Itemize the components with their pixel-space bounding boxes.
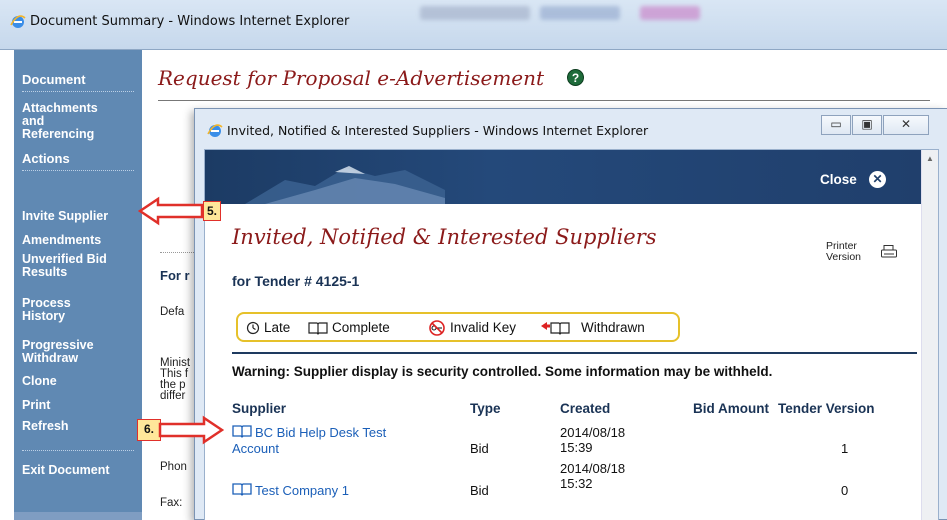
printer-icon[interactable] [881,245,897,259]
row-tender-version: 1 [841,441,849,456]
window-controls: ▭ ▣ ✕ [821,115,941,137]
popup-content: Close ✕ Invited, Notified & Interested S… [204,149,939,520]
document-sidebar: Document Attachments and Referencing Act… [14,50,142,520]
callout-step-5: 5. [203,201,221,221]
withdrawn-icon [541,322,570,335]
minimize-icon[interactable]: ▭ [821,115,851,135]
sidebar-item-process-history-line2[interactable]: History [22,309,65,323]
popup-heading: Invited, Notified & Interested Suppliers [232,225,657,249]
page-banner: Close ✕ [205,150,922,204]
sidebar-item-amendments[interactable]: Amendments [22,233,101,247]
legend-late: Late [264,320,291,335]
complete-book-icon [232,425,252,438]
sidebar-divider [22,450,134,451]
mountain-graphic [245,166,445,204]
row-created-time: 15:39 [560,440,593,455]
row-type: Bid [470,483,489,498]
supplier-link[interactable]: Test Company 1 [255,483,349,498]
column-header-bid-amount: Bid Amount [693,401,769,416]
printer-version-line2: Version [826,251,862,263]
legend-withdrawn: Withdrawn [581,320,645,335]
column-header-supplier: Supplier [232,401,287,416]
blurred-taskbar-item [540,6,620,20]
maximize-icon[interactable]: ▣ [852,115,882,135]
complete-book-icon [308,322,328,335]
complete-book-icon [232,483,252,496]
invalid-key-icon [429,320,445,336]
sidebar-item-clone[interactable]: Clone [22,374,57,388]
sidebar-header-actions: Actions [22,151,70,166]
column-header-tender-version: Tender Version [778,401,875,416]
sidebar-item-exit-document[interactable]: Exit Document [22,463,110,477]
column-header-type: Type [470,401,501,416]
row-created-time: 15:32 [560,476,593,491]
legend-complete: Complete [332,320,390,335]
row-type: Bid [470,441,489,456]
internet-explorer-icon [10,15,26,28]
sidebar-divider [22,91,134,92]
section-rule [232,352,917,354]
vertical-scrollbar[interactable]: ▲ [921,150,938,520]
sidebar-footer [14,512,142,520]
blurred-taskbar-item [640,6,700,20]
security-warning: Warning: Supplier display is security co… [232,364,773,379]
heading-rule [158,100,930,101]
callout-arrow-6 [158,415,224,445]
sidebar-divider [22,170,134,171]
supplier-link-line2[interactable]: Account [232,441,279,456]
background-text-fragment: Defa [160,306,185,318]
help-icon[interactable]: ? [567,69,584,86]
close-link[interactable]: Close [820,172,857,187]
background-text-fragment: Phon [160,461,187,473]
sidebar-item-refresh[interactable]: Refresh [22,419,69,433]
close-window-icon[interactable]: ✕ [883,115,929,135]
sidebar-item-attachments-line2[interactable]: and [22,114,44,128]
supplier-link[interactable]: BC Bid Help Desk Test [255,425,386,440]
callout-arrow-5 [138,196,204,226]
column-header-created: Created [560,401,611,416]
background-text-fragment: differ [160,390,186,402]
sidebar-item-attachments-line3[interactable]: Referencing [22,127,94,141]
printer-version-link[interactable]: Printer Version [826,241,861,263]
sidebar-item-process-history[interactable]: Process [22,296,71,310]
sidebar-header-document: Document [22,72,86,87]
background-text-fragment: Fax: [160,497,183,509]
sidebar-item-unverified-bid[interactable]: Unverified Bid [22,252,107,266]
late-clock-icon [246,321,260,335]
legend-invalid-key: Invalid Key [450,320,517,335]
blurred-taskbar-item [420,6,530,20]
outer-title-bar: Document Summary - Windows Internet Expl… [0,0,947,50]
row-tender-version: 0 [841,483,849,498]
outer-window-title: Document Summary - Windows Internet Expl… [30,14,350,29]
row-created-date: 2014/08/18 [560,461,626,476]
row-created-date: 2014/08/18 [560,425,626,440]
tender-number: for Tender # 4125-1 [232,273,360,289]
scroll-up-icon[interactable]: ▲ [926,154,934,163]
internet-explorer-icon [207,124,223,137]
page-title: Request for Proposal e-Advertisement [158,66,545,90]
sidebar-item-print[interactable]: Print [22,398,50,412]
sidebar-item-attachments[interactable]: Attachments [22,101,98,115]
close-icon[interactable]: ✕ [869,171,886,188]
popup-window-title: Invited, Notified & Interested Suppliers… [227,123,649,138]
background-text-fragment: For r [160,268,190,283]
suppliers-popup-window: Invited, Notified & Interested Suppliers… [194,108,947,520]
sidebar-item-unverified-bid-line2[interactable]: Results [22,265,67,279]
status-legend: Late Complete Invalid Key Withdrawn [236,312,680,342]
sidebar-item-invite-supplier[interactable]: Invite Supplier [22,209,108,223]
sidebar-item-progressive-withdraw-line2[interactable]: Withdraw [22,351,78,365]
sidebar-item-progressive-withdraw[interactable]: Progressive [22,338,94,352]
